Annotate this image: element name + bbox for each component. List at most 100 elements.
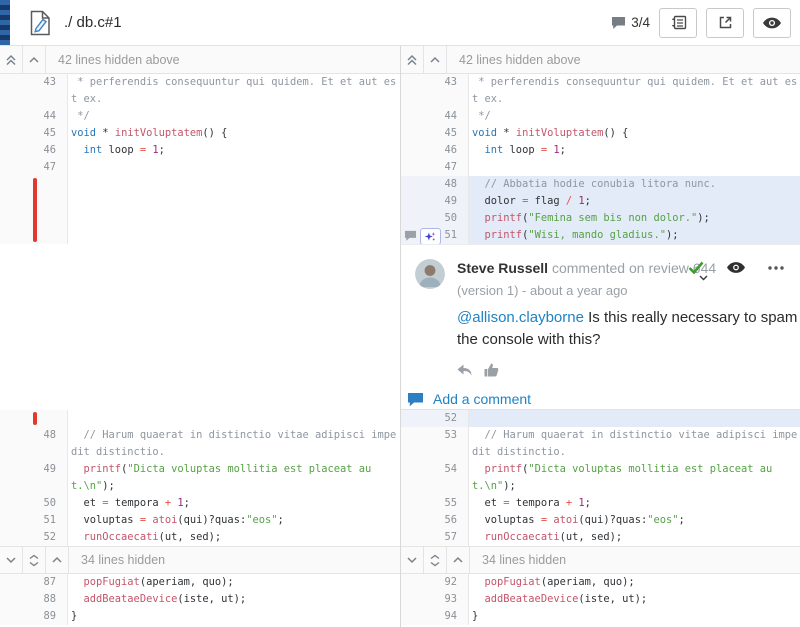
line-number-cell[interactable]: 53 <box>401 427 469 461</box>
comment-author[interactable]: Steve Russell <box>457 260 548 276</box>
double-chevron-up-icon <box>6 54 16 65</box>
collapse-expand-diff-button[interactable] <box>659 7 697 38</box>
line-number-cell[interactable]: 52 <box>0 529 68 546</box>
comment-meta: (version 1) - about a year ago <box>457 283 628 298</box>
insertion-marker <box>33 178 37 242</box>
collapse-expand-diff-icon <box>671 15 686 30</box>
line-number-cell[interactable]: 47 <box>0 159 68 176</box>
line-number-cell[interactable]: 44 <box>0 108 68 125</box>
code-line: 51 voluptas = atoi(qui)?quas:"eos"; <box>0 512 400 529</box>
expand-up-button[interactable] <box>447 547 470 573</box>
code-text: printf("Femina sem bis non dolor."); <box>469 210 800 227</box>
code-line: 51 printf("Wisi, mando gladius."); <box>401 227 800 245</box>
chevron-down-icon <box>699 275 708 281</box>
code-line: 87 popFugiat(aperiam, quo); <box>0 574 400 591</box>
line-number-cell[interactable]: 45 <box>0 125 68 142</box>
pane-old-revision: 42 lines hidden above 43 * perferendis c… <box>0 46 401 627</box>
mention-link[interactable]: @allison.clayborne <box>457 309 584 326</box>
open-external-button[interactable] <box>706 7 744 38</box>
code-block-new-line52: 52 <box>401 410 800 427</box>
file-header: ./ db.c#1 3/4 <box>0 0 800 46</box>
comment-count[interactable]: 3/4 <box>611 15 650 30</box>
line-number-cell[interactable]: 49 <box>0 461 68 495</box>
line-number-cell[interactable]: 88 <box>0 591 68 608</box>
line-number-cell[interactable]: 54 <box>401 461 469 495</box>
line-number-cell[interactable]: 52 <box>401 410 469 427</box>
expand-all-above-button[interactable] <box>0 46 23 73</box>
code-line: 53 // Harum quaerat in distinctio vitae … <box>401 427 800 461</box>
more-options-button[interactable] <box>768 265 784 270</box>
hidden-lines-bar-top-right: 42 lines hidden above <box>401 46 800 74</box>
double-chevron-up-icon <box>407 54 417 65</box>
resolve-check-button[interactable] <box>688 261 708 281</box>
code-line: 55 et = tempora + 1; <box>401 495 800 512</box>
code-block-old-foot: 87 popFugiat(aperiam, quo); 88 addBeataeD… <box>0 574 400 625</box>
expand-below-button[interactable] <box>0 547 23 573</box>
line-number-cell[interactable]: 48 <box>0 427 68 461</box>
comment-eye-button[interactable] <box>727 262 745 273</box>
chevron-down-icon <box>6 557 16 564</box>
reply-button[interactable] <box>457 364 472 377</box>
expand-above-button[interactable] <box>424 46 447 73</box>
chevron-up-icon <box>29 56 39 63</box>
line-number-cell[interactable]: 51 <box>401 227 469 245</box>
line-number-cell[interactable]: 55 <box>401 495 469 512</box>
line-number-cell[interactable]: 43 <box>401 74 469 108</box>
line-number-cell[interactable]: 50 <box>401 210 469 227</box>
unfold-button[interactable] <box>23 547 46 573</box>
line-number-cell[interactable]: 51 <box>0 512 68 529</box>
line-number-cell[interactable]: 92 <box>401 574 469 591</box>
insertion-placeholder <box>0 176 400 244</box>
code-line: 48 // Harum quaerat in distinctio vitae … <box>0 427 400 461</box>
line-number-cell[interactable]: 57 <box>401 529 469 546</box>
unfold-icon <box>430 554 440 566</box>
line-number-cell[interactable]: 89 <box>0 608 68 625</box>
line-number-cell[interactable]: 43 <box>0 74 68 108</box>
line-number-cell[interactable]: 48 <box>401 176 469 193</box>
line-number-cell[interactable]: 47 <box>401 159 469 176</box>
chevron-down-icon <box>407 557 417 564</box>
line-number-cell[interactable]: 94 <box>401 608 469 625</box>
code-line: 93 addBeataeDevice(iste, ut); <box>401 591 800 608</box>
line-number-cell[interactable]: 44 <box>401 108 469 125</box>
chevron-up-icon <box>453 556 463 563</box>
code-text: */ <box>71 110 90 122</box>
unfold-button[interactable] <box>424 547 447 573</box>
add-comment-button[interactable]: Add a comment <box>407 391 788 407</box>
chevron-up-icon <box>52 556 62 563</box>
thumbs-up-button[interactable] <box>484 363 499 377</box>
code-text: // Harum quaerat in distinctio vitae adi… <box>71 429 397 458</box>
line-number-cell[interactable]: 87 <box>0 574 68 591</box>
line-number-cell[interactable]: 46 <box>0 142 68 159</box>
code-block-new-foot: 92 popFugiat(aperiam, quo); 93 addBeataeD… <box>401 574 800 625</box>
code-text: printf("Wisi, mando gladius."); <box>469 227 800 244</box>
line-number-cell[interactable]: 46 <box>401 142 469 159</box>
code-line: 44 */ <box>401 108 800 125</box>
avatar <box>415 259 445 289</box>
viewed-eye-icon <box>763 17 781 28</box>
expand-up-button[interactable] <box>46 547 69 573</box>
ellipsis-icon <box>768 265 784 270</box>
code-text: void * initVoluptatem() { <box>472 127 629 139</box>
code-line: 46 int loop = 1; <box>401 142 800 159</box>
code-line: 52 <box>401 410 800 427</box>
file-title: ./ db.c#1 <box>64 14 122 31</box>
diff-minimap-stripe <box>0 0 10 45</box>
code-block-old-top: 43 * perferendis consequuntur qui quidem… <box>0 74 400 176</box>
line-number-cell[interactable]: 93 <box>401 591 469 608</box>
comment-thread: Steve Russell commented on review 644 (v… <box>401 244 800 410</box>
mark-viewed-button[interactable] <box>753 7 791 38</box>
code-line: 92 popFugiat(aperiam, quo); <box>401 574 800 591</box>
code-line: 47 <box>401 159 800 176</box>
code-line: 88 addBeataeDevice(iste, ut); <box>0 591 400 608</box>
chevron-up-icon <box>430 56 440 63</box>
line-number-cell[interactable]: 50 <box>0 495 68 512</box>
expand-below-button[interactable] <box>401 547 424 573</box>
expand-above-button[interactable] <box>23 46 46 73</box>
line-number-cell[interactable]: 49 <box>401 193 469 210</box>
line-number-cell[interactable]: 45 <box>401 125 469 142</box>
code-text: dolor = flag / 1; <box>469 193 800 210</box>
expand-all-above-button[interactable] <box>401 46 424 73</box>
code-line: 56 voluptas = atoi(qui)?quas:"eos"; <box>401 512 800 529</box>
line-number-cell[interactable]: 56 <box>401 512 469 529</box>
